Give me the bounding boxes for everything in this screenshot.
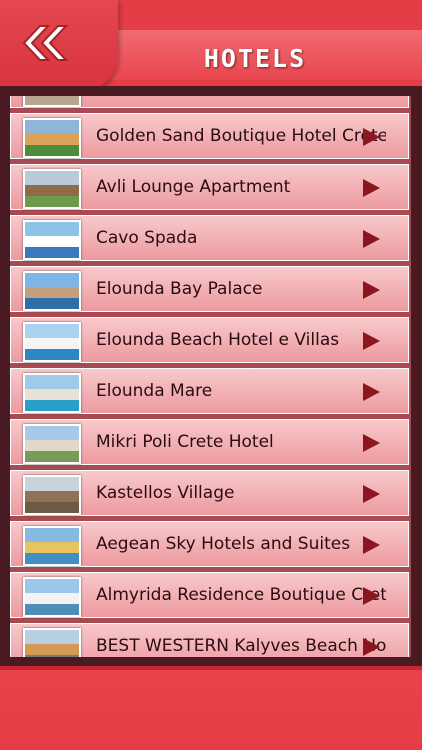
- hotel-name: Elounda Bay Palace: [96, 279, 263, 299]
- chevron-right-icon: [363, 230, 380, 248]
- hotel-name: Avli Lounge Apartment: [96, 177, 291, 197]
- chevron-right-icon: [363, 434, 380, 452]
- hotel-thumbnail: [23, 628, 81, 657]
- back-tab: [0, 0, 118, 92]
- hotel-list-item[interactable]: Elounda Bay Palace: [10, 266, 409, 312]
- hotel-thumbnail: [23, 118, 81, 158]
- chevron-right-icon: [363, 179, 380, 197]
- hotel-list-panel[interactable]: Golden Sand Boutique Hotel Crete Avli Lou…: [10, 96, 411, 657]
- hotel-list-item[interactable]: BEST WESTERN Kalyves Beach Hotel: [10, 623, 409, 657]
- hotel-name: Golden Sand Boutique Hotel Crete: [96, 126, 386, 146]
- hotel-list-item[interactable]: [10, 96, 409, 108]
- hotel-thumbnail: [23, 220, 81, 260]
- hotel-list-item[interactable]: Elounda Mare: [10, 368, 409, 414]
- back-button[interactable]: [18, 22, 74, 64]
- hotel-thumbnail: [23, 424, 81, 464]
- hotel-thumbnail: [23, 475, 81, 515]
- hotel-list-item[interactable]: Aegean Sky Hotels and Suites: [10, 521, 409, 567]
- hotel-list-item[interactable]: Kastellos Village: [10, 470, 409, 516]
- hotel-name: Almyrida Residence Boutique Crete: [96, 585, 386, 605]
- hotel-name: Elounda Mare: [96, 381, 213, 401]
- hotel-list-item[interactable]: Golden Sand Boutique Hotel Crete: [10, 113, 409, 159]
- chevron-right-icon: [363, 485, 380, 503]
- chevron-right-icon: [363, 587, 380, 605]
- chevron-right-icon: [363, 536, 380, 554]
- hotel-thumbnail: [23, 96, 81, 107]
- footer-bar: [0, 670, 422, 750]
- list-frame: Golden Sand Boutique Hotel Crete Avli Lou…: [0, 86, 422, 666]
- hotel-list-item[interactable]: Mikri Poli Crete Hotel: [10, 419, 409, 465]
- hotel-list-item[interactable]: Avli Lounge Apartment: [10, 164, 409, 210]
- chevron-right-icon: [363, 332, 380, 350]
- hotel-thumbnail: [23, 577, 81, 617]
- chevron-right-icon: [363, 128, 380, 146]
- hotel-thumbnail: [23, 373, 81, 413]
- hotel-thumbnail: [23, 322, 81, 362]
- hotel-thumbnail: [23, 169, 81, 209]
- chevron-right-icon: [363, 383, 380, 401]
- hotel-name: BEST WESTERN Kalyves Beach Hotel: [96, 636, 386, 656]
- hotel-name: Aegean Sky Hotels and Suites: [96, 534, 351, 554]
- hotel-name: Mikri Poli Crete Hotel: [96, 432, 274, 452]
- hotel-name: Cavo Spada: [96, 228, 198, 248]
- hotel-thumbnail: [23, 271, 81, 311]
- hotel-list-item[interactable]: Elounda Beach Hotel e Villas: [10, 317, 409, 363]
- chevron-right-icon: [363, 281, 380, 299]
- chevron-right-icon: [363, 638, 380, 656]
- hotel-list-item[interactable]: Almyrida Residence Boutique Crete: [10, 572, 409, 618]
- header-bar: HOTELS: [0, 0, 422, 92]
- hotel-name: Kastellos Village: [96, 483, 235, 503]
- hotel-thumbnail: [23, 526, 81, 566]
- hotel-name: Elounda Beach Hotel e Villas: [96, 330, 340, 350]
- double-chevron-left-icon: [22, 25, 69, 61]
- hotel-list-item[interactable]: Cavo Spada: [10, 215, 409, 261]
- page-title: HOTELS: [203, 44, 307, 73]
